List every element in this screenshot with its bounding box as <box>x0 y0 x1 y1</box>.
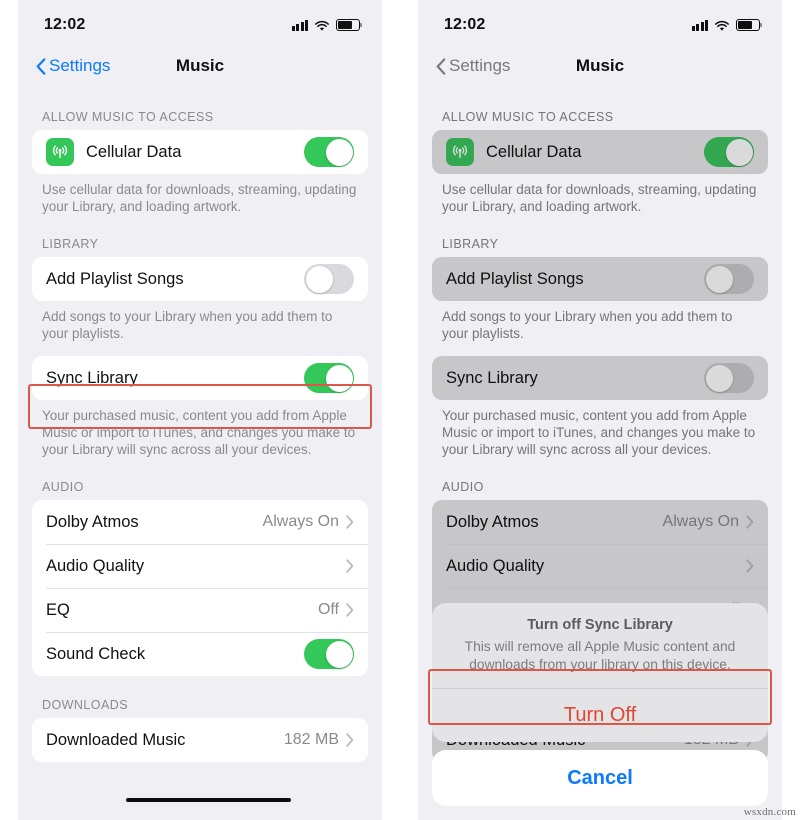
cellular-signal-icon <box>291 19 308 31</box>
toggle-add-playlist-songs[interactable] <box>304 264 354 294</box>
row-label-sync-library: Sync Library <box>46 368 138 387</box>
turn-off-button[interactable]: Turn Off <box>432 688 768 742</box>
back-label: Settings <box>49 56 111 75</box>
cellular-signal-icon <box>691 19 708 31</box>
section-header-audio: AUDIO <box>442 480 484 494</box>
cancel-button[interactable]: Cancel <box>432 750 768 806</box>
row-value-downloaded-music: 182 MB <box>283 731 339 748</box>
row-label-eq: EQ <box>46 600 70 619</box>
row-label-add-playlist-songs: Add Playlist Songs <box>446 269 584 288</box>
row-label-sync-library: Sync Library <box>446 368 538 387</box>
allow-access-card: Cellular Data <box>32 130 368 174</box>
toggle-add-playlist-songs[interactable] <box>704 264 754 294</box>
row-dolby-atmos[interactable]: Dolby Atmos Always On <box>432 500 768 544</box>
alert-dialog: Turn off Sync Library This will remove a… <box>432 603 768 806</box>
back-button[interactable]: Settings <box>36 56 110 76</box>
row-label-add-playlist-songs: Add Playlist Songs <box>46 269 184 288</box>
row-audio-quality[interactable]: Audio Quality <box>32 544 368 588</box>
wifi-icon <box>314 19 330 31</box>
cellular-data-icon <box>46 138 74 166</box>
row-dolby-atmos[interactable]: Dolby Atmos Always On <box>32 500 368 544</box>
screen-content-left: 12:02 Settings Music ALLOW MUSIC TO ACCE… <box>18 0 382 820</box>
chevron-right-icon <box>746 515 754 529</box>
row-label-cellular-data: Cellular Data <box>486 142 582 161</box>
section-header-audio: AUDIO <box>42 480 84 494</box>
status-time: 12:02 <box>444 16 486 33</box>
row-downloaded-music[interactable]: Downloaded Music 182 MB <box>32 718 368 762</box>
row-label-sound-check: Sound Check <box>46 644 146 663</box>
row-sync-library[interactable]: Sync Library <box>432 356 768 400</box>
row-label-audio-quality: Audio Quality <box>46 556 145 575</box>
dual-phone-screenshot: 12:02 Settings Music ALLOW MUSIC TO ACCE… <box>0 0 800 820</box>
row-label-audio-quality: Audio Quality <box>446 556 545 575</box>
section-header-allow-access: ALLOW MUSIC TO ACCESS <box>42 110 214 124</box>
downloads-card: Downloaded Music 182 MB <box>32 718 368 762</box>
footnote-sync-library: Your purchased music, content you add fr… <box>442 408 756 457</box>
chevron-right-icon <box>346 603 354 617</box>
toggle-sync-library[interactable] <box>304 363 354 393</box>
status-icons <box>291 19 363 31</box>
chevron-right-icon <box>346 559 354 573</box>
row-label-downloaded-music: Downloaded Music <box>46 730 186 749</box>
footnote-add-playlist-songs: Add songs to your Library when you add t… <box>442 309 733 341</box>
alert-message: This will remove all Apple Music content… <box>464 639 736 672</box>
navigation-bar: Settings Music <box>18 44 382 88</box>
chevron-right-icon <box>346 733 354 747</box>
section-header-library: LIBRARY <box>42 237 99 251</box>
row-sound-check[interactable]: Sound Check <box>32 632 368 676</box>
chevron-right-icon <box>746 559 754 573</box>
toggle-cellular-data[interactable] <box>304 137 354 167</box>
footnote-sync-library: Your purchased music, content you add fr… <box>42 408 356 457</box>
status-bar: 12:02 <box>18 0 382 44</box>
row-audio-quality[interactable]: Audio Quality <box>432 544 768 588</box>
redaction-bar <box>126 798 291 802</box>
footnote-cellular-data: Use cellular data for downloads, streami… <box>442 182 757 214</box>
navigation-bar: Settings Music <box>418 44 782 88</box>
row-value-eq: Off <box>317 601 339 618</box>
status-bar: 12:02 <box>418 0 782 44</box>
status-icons <box>691 19 763 31</box>
chevron-left-icon <box>36 57 46 75</box>
battery-icon <box>736 19 763 31</box>
battery-icon <box>336 19 363 31</box>
row-label-cellular-data: Cellular Data <box>86 142 182 161</box>
section-header-allow-access: ALLOW MUSIC TO ACCESS <box>442 110 614 124</box>
section-header-downloads: DOWNLOADS <box>42 698 129 712</box>
toggle-sync-library[interactable] <box>704 363 754 393</box>
row-cellular-data[interactable]: Cellular Data <box>32 130 368 174</box>
section-header-library: LIBRARY <box>442 237 499 251</box>
chevron-left-icon <box>436 57 446 75</box>
row-label-dolby-atmos: Dolby Atmos <box>446 512 539 531</box>
alert-body: Turn off Sync Library This will remove a… <box>432 603 768 688</box>
site-watermark: wsxdn.com <box>743 806 796 818</box>
row-sync-library[interactable]: Sync Library <box>32 356 368 400</box>
row-value-dolby-atmos: Always On <box>262 513 339 530</box>
allow-access-card: Cellular Data <box>432 130 768 174</box>
toggle-sound-check[interactable] <box>304 639 354 669</box>
phone-screen-left: 12:02 Settings Music ALLOW MUSIC TO ACCE… <box>18 0 382 820</box>
back-label: Settings <box>449 56 511 75</box>
toggle-cellular-data[interactable] <box>704 137 754 167</box>
add-playlist-songs-card: Add Playlist Songs <box>432 257 768 301</box>
row-label-dolby-atmos: Dolby Atmos <box>46 512 139 531</box>
phone-screen-right: 12:02 Settings Music ALLOW MUSIC TO ACCE… <box>418 0 782 820</box>
row-cellular-data[interactable]: Cellular Data <box>432 130 768 174</box>
cellular-data-icon <box>446 138 474 166</box>
row-add-playlist-songs[interactable]: Add Playlist Songs <box>32 257 368 301</box>
audio-card: Dolby Atmos Always On Audio Quality EQ O… <box>32 500 368 676</box>
sync-library-card: Sync Library <box>432 356 768 400</box>
chevron-right-icon <box>346 515 354 529</box>
sync-library-card: Sync Library <box>32 356 368 400</box>
back-button[interactable]: Settings <box>436 56 510 76</box>
alert-title: Turn off Sync Library <box>527 617 673 633</box>
footnote-add-playlist-songs: Add songs to your Library when you add t… <box>42 309 333 341</box>
alert-card: Turn off Sync Library This will remove a… <box>432 603 768 742</box>
add-playlist-songs-card: Add Playlist Songs <box>32 257 368 301</box>
row-eq[interactable]: EQ Off <box>32 588 368 632</box>
status-time: 12:02 <box>44 16 86 33</box>
row-value-dolby-atmos: Always On <box>662 513 739 530</box>
wifi-icon <box>714 19 730 31</box>
footnote-cellular-data: Use cellular data for downloads, streami… <box>42 182 357 214</box>
row-add-playlist-songs[interactable]: Add Playlist Songs <box>432 257 768 301</box>
